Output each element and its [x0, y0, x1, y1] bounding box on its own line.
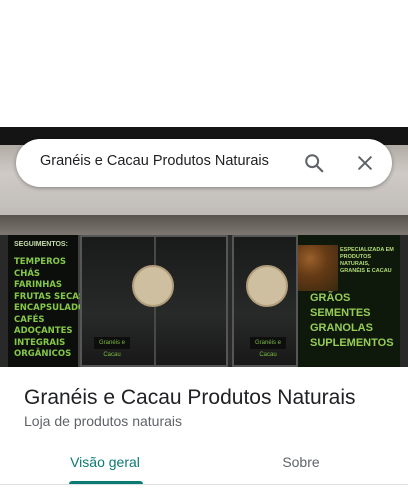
close-button[interactable] — [351, 149, 379, 177]
place-tabs: Visão geral Sobre — [0, 440, 408, 484]
tab-overview[interactable]: Visão geral — [62, 440, 148, 484]
search-button[interactable] — [300, 149, 328, 177]
search-bar[interactable]: Granéis e Cacau Produtos Naturais — [16, 139, 392, 187]
place-details-page: SEGUIMENTOS: TEMPEROS CHÁS FARINHAS FRUT… — [0, 0, 408, 494]
place-title: Granéis e Cacau Produtos Naturais — [24, 386, 356, 409]
close-icon — [358, 156, 372, 170]
search-query-text[interactable]: Granéis e Cacau Produtos Naturais — [40, 153, 269, 169]
tabs-divider — [0, 484, 408, 485]
search-icon — [305, 154, 324, 173]
place-category[interactable]: Loja de produtos naturais — [24, 413, 182, 429]
tab-about[interactable]: Sobre — [256, 440, 346, 484]
